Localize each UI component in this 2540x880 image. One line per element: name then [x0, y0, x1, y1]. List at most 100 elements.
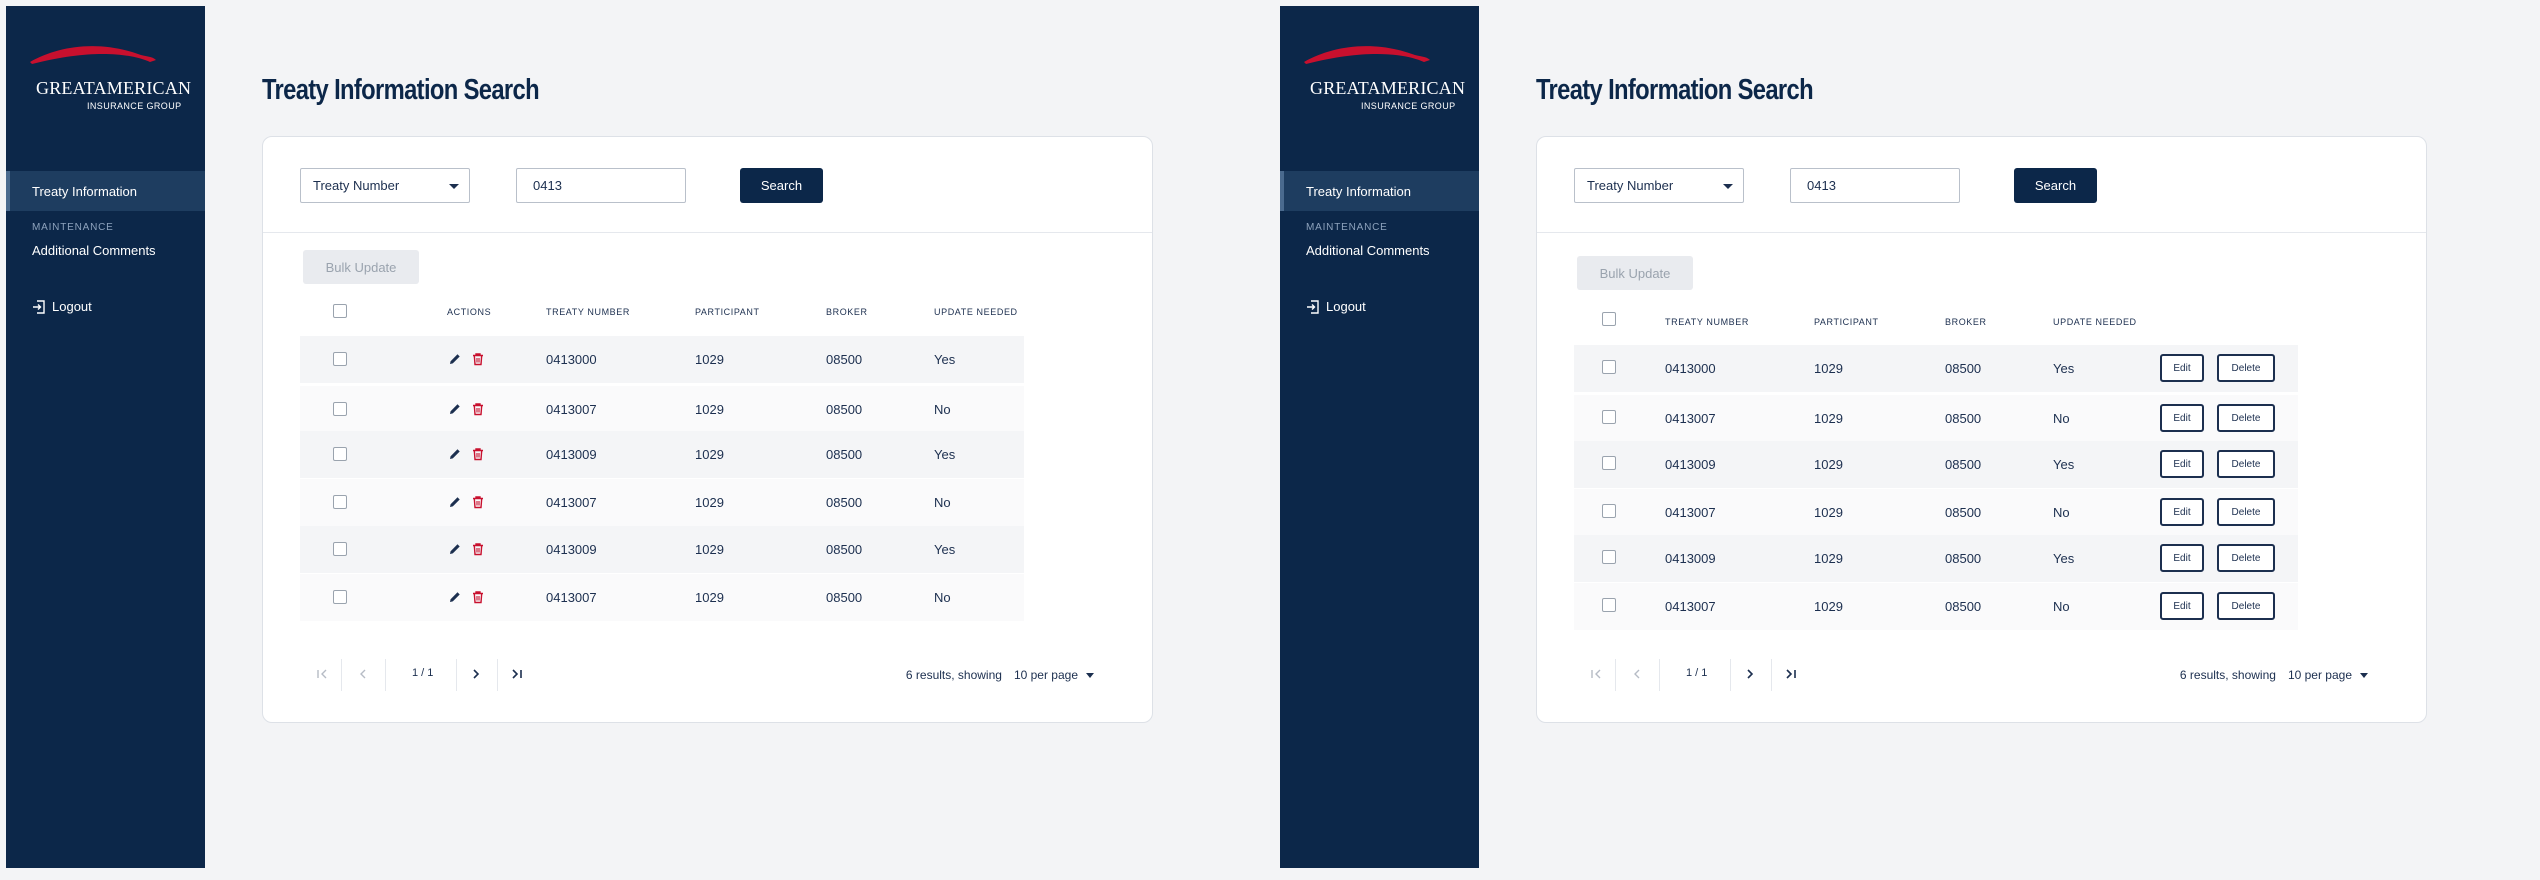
screen-variant-buttons: GREATAMERICAN INSURANCE GROUP Treaty Inf…: [1274, 0, 2540, 880]
cell-broker: 08500: [826, 542, 863, 557]
results-count: 6 results, showing: [905, 668, 1002, 682]
delete-button[interactable]: Delete: [2217, 544, 2275, 572]
last-page-icon[interactable]: [1784, 667, 1798, 684]
table-row: 0413007 1029 08500 No: [300, 386, 1024, 433]
row-checkbox[interactable]: [333, 447, 347, 461]
delete-button[interactable]: Delete: [2217, 354, 2275, 382]
row-checkbox[interactable]: [1602, 360, 1616, 374]
search-button[interactable]: Search: [740, 168, 823, 203]
row-checkbox[interactable]: [1602, 456, 1616, 470]
search-input[interactable]: [1790, 168, 1960, 203]
sidebar-item-additional-comments[interactable]: Additional Comments: [32, 243, 156, 258]
column-broker: BROKER: [1945, 317, 1987, 327]
cell-broker: 08500: [826, 352, 863, 367]
per-page-select[interactable]: 10 per page: [1014, 668, 1078, 682]
page-title: Treaty Information Search: [1536, 74, 1814, 106]
edit-button[interactable]: Edit: [2160, 498, 2204, 526]
cell-broker: 08500: [1945, 551, 1982, 566]
search-field-select[interactable]: Treaty Number: [1574, 168, 1744, 203]
next-page-icon[interactable]: [469, 667, 483, 684]
cell-treaty-number: 0413009: [1665, 457, 1716, 472]
row-checkbox[interactable]: [333, 495, 347, 509]
delete-button[interactable]: Delete: [2217, 404, 2275, 432]
screen-variant-icons: GREATAMERICAN INSURANCE GROUP Treaty Inf…: [0, 0, 1275, 880]
delete-button[interactable]: Delete: [2217, 450, 2275, 478]
bulk-update-button[interactable]: Bulk Update: [1577, 256, 1693, 290]
prev-page-icon[interactable]: [356, 667, 370, 684]
select-all-checkbox[interactable]: [1602, 312, 1616, 326]
trash-icon[interactable]: [471, 542, 485, 556]
cell-treaty-number: 0413007: [546, 495, 597, 510]
table-row: 0413007 1029 08500 No Edit Delete: [1574, 583, 2298, 630]
cell-update-needed: Yes: [934, 542, 956, 557]
cell-treaty-number: 0413007: [546, 402, 597, 417]
search-field-select[interactable]: Treaty Number: [300, 168, 470, 203]
pencil-icon[interactable]: [448, 402, 462, 416]
cell-update-needed: No: [934, 590, 951, 605]
bulk-update-button[interactable]: Bulk Update: [303, 250, 419, 284]
cell-treaty-number: 0413007: [1665, 599, 1716, 614]
results-summary: 6 results, showing 10 per page: [2180, 668, 2368, 682]
first-page-icon[interactable]: [315, 667, 329, 684]
per-page-select[interactable]: 10 per page: [2288, 668, 2352, 682]
cell-update-needed: No: [2053, 599, 2070, 614]
row-checkbox[interactable]: [1602, 504, 1616, 518]
cell-update-needed: Yes: [934, 352, 956, 367]
pagination: 1 / 1 6 results, showing 10 per page: [1537, 659, 2426, 693]
trash-icon[interactable]: [471, 495, 485, 509]
edit-button[interactable]: Edit: [2160, 544, 2204, 572]
sidebar-item-additional-comments[interactable]: Additional Comments: [1306, 243, 1430, 258]
cell-broker: 08500: [1945, 599, 1982, 614]
cell-participant: 1029: [695, 352, 724, 367]
last-page-icon[interactable]: [510, 667, 524, 684]
pencil-icon[interactable]: [448, 495, 462, 509]
edit-button[interactable]: Edit: [2160, 592, 2204, 620]
first-page-icon[interactable]: [1589, 667, 1603, 684]
edit-button[interactable]: Edit: [2160, 404, 2204, 432]
pencil-icon[interactable]: [448, 352, 462, 366]
sidebar-item-treaty-information[interactable]: Treaty Information: [6, 171, 205, 211]
logout-label: Logout: [52, 299, 92, 314]
edit-button[interactable]: Edit: [2160, 450, 2204, 478]
column-treaty-number: TREATY NUMBER: [546, 307, 630, 317]
pagination: 1 / 1 6 results, showing 10 per page: [263, 659, 1152, 693]
delete-button[interactable]: Delete: [2217, 498, 2275, 526]
prev-page-icon[interactable]: [1630, 667, 1644, 684]
next-page-icon[interactable]: [1743, 667, 1757, 684]
cell-participant: 1029: [1814, 505, 1843, 520]
row-checkbox[interactable]: [333, 542, 347, 556]
search-bar: Treaty Number Search: [1537, 137, 2426, 233]
trash-icon[interactable]: [471, 447, 485, 461]
logout-link[interactable]: Logout: [1306, 299, 1366, 314]
cell-treaty-number: 0413009: [1665, 551, 1716, 566]
row-checkbox[interactable]: [333, 590, 347, 604]
delete-button[interactable]: Delete: [2217, 592, 2275, 620]
table-row: 0413009 1029 08500 Yes Edit Delete: [1574, 535, 2298, 582]
logo-subtitle: INSURANCE GROUP: [1361, 101, 1456, 111]
pencil-icon[interactable]: [448, 590, 462, 604]
pencil-icon[interactable]: [448, 447, 462, 461]
search-input[interactable]: [516, 168, 686, 203]
pencil-icon[interactable]: [448, 542, 462, 556]
sidebar-item-treaty-information[interactable]: Treaty Information: [1280, 171, 1479, 211]
cell-update-needed: No: [934, 402, 951, 417]
row-checkbox[interactable]: [1602, 410, 1616, 424]
cell-broker: 08500: [826, 402, 863, 417]
trash-icon[interactable]: [471, 402, 485, 416]
search-button[interactable]: Search: [2014, 168, 2097, 203]
row-checkbox[interactable]: [333, 402, 347, 416]
logout-link[interactable]: Logout: [32, 299, 92, 314]
table-row: 0413007 1029 08500 No Edit Delete: [1574, 489, 2298, 536]
cell-participant: 1029: [695, 402, 724, 417]
edit-button[interactable]: Edit: [2160, 354, 2204, 382]
cell-update-needed: No: [2053, 505, 2070, 520]
row-checkbox[interactable]: [1602, 598, 1616, 612]
trash-icon[interactable]: [471, 590, 485, 604]
select-all-checkbox[interactable]: [333, 304, 347, 318]
cell-participant: 1029: [1814, 599, 1843, 614]
row-checkbox[interactable]: [1602, 550, 1616, 564]
trash-icon[interactable]: [471, 352, 485, 366]
caret-down-icon: [1086, 673, 1094, 679]
row-checkbox[interactable]: [333, 352, 347, 366]
results-count: 6 results, showing: [2179, 668, 2276, 682]
